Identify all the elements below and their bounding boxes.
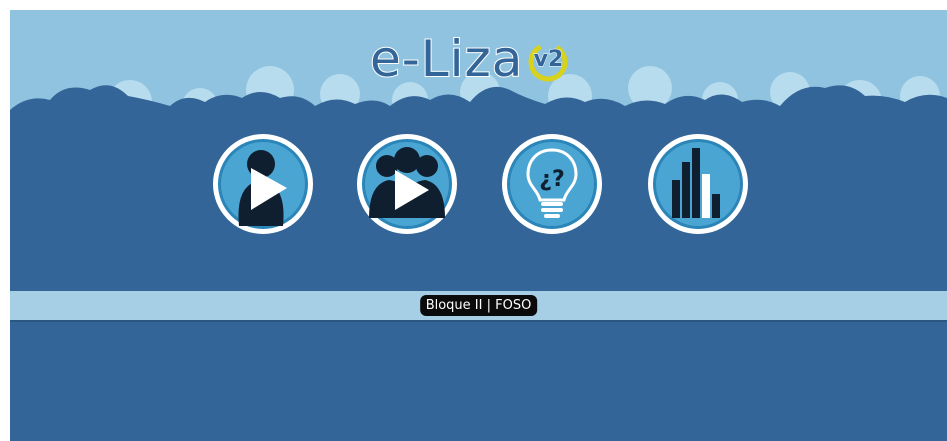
play-group-icon xyxy=(357,134,457,234)
svg-text:¿?: ¿? xyxy=(539,167,565,192)
version-badge-text: v2 xyxy=(533,47,564,73)
play-single-user-button[interactable] xyxy=(211,132,315,236)
app-logo: e-Liza v2 xyxy=(369,29,573,90)
status-label: Bloque II | FOSO xyxy=(419,295,538,316)
status-band: Bloque II | FOSO xyxy=(10,291,947,322)
statistics-button[interactable] xyxy=(646,132,750,236)
statistics-chart-icon xyxy=(648,134,748,234)
logo-text: e-Liza xyxy=(369,29,524,89)
help-button[interactable]: ¿? xyxy=(500,132,604,236)
version-badge: v2 xyxy=(525,40,573,84)
play-single-user-icon xyxy=(213,134,313,234)
play-group-button[interactable] xyxy=(355,132,459,236)
app-screen: e-Liza v2 ¿? Bloque II | FOSO xyxy=(10,10,947,441)
help-lightbulb-icon: ¿? xyxy=(502,134,602,234)
